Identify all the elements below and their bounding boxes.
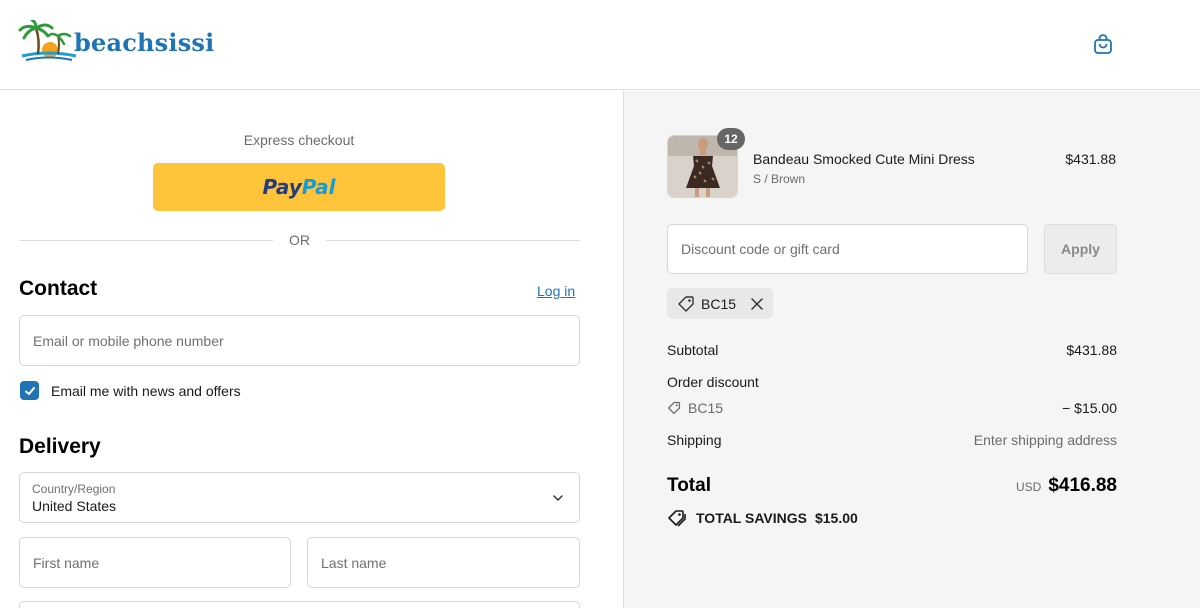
delivery-heading: Delivery: [19, 435, 101, 458]
total-label: Total: [667, 475, 711, 496]
login-link[interactable]: Log in: [537, 283, 575, 299]
total-value: $416.88: [1048, 475, 1117, 496]
close-icon: [751, 297, 763, 310]
total-savings-label: TOTAL SAVINGS: [696, 510, 807, 526]
divider-line: [19, 239, 273, 241]
brand-name: beachsissi: [74, 27, 215, 57]
email-field-wrapper: [19, 315, 580, 366]
shipping-label: Shipping: [667, 432, 722, 448]
or-divider: OR: [19, 230, 580, 250]
newsletter-label: Email me with news and offers: [51, 382, 241, 399]
address-field-partial[interactable]: [19, 601, 580, 608]
discount-code-input[interactable]: [668, 225, 1027, 273]
order-discount-label: Order discount: [667, 374, 759, 390]
shipping-value: Enter shipping address: [973, 432, 1117, 448]
paypal-logo-part1: Pay: [262, 175, 302, 199]
total-amount: USD $416.88: [1016, 475, 1117, 497]
country-label: Country/Region: [32, 482, 116, 496]
newsletter-checkbox[interactable]: [20, 381, 39, 400]
paypal-button[interactable]: Pay Pal: [153, 163, 445, 211]
subtotal-value: $431.88: [1066, 342, 1117, 358]
quantity-badge: 12: [717, 128, 745, 150]
order-discount-code: BC15: [667, 400, 723, 416]
cart-button[interactable]: [1090, 31, 1116, 57]
subtotal-label: Subtotal: [667, 342, 719, 358]
total-row: Total USD $416.88: [667, 475, 1117, 497]
product-name: Bandeau Smocked Cute Mini Dress: [753, 151, 975, 167]
country-select[interactable]: Country/Region United States: [19, 472, 580, 523]
shipping-row: Shipping Enter shipping address: [667, 432, 1117, 448]
newsletter-option: Email me with news and offers: [20, 381, 241, 400]
discount-field-wrapper: [667, 224, 1028, 274]
order-discount-detail-row: BC15 − $15.00: [667, 400, 1117, 416]
paypal-logo-part2: Pal: [301, 175, 336, 199]
chevron-down-icon: [553, 495, 563, 501]
last-name-wrapper: [307, 537, 580, 588]
shopping-bag-icon: [1094, 34, 1112, 54]
or-label: OR: [289, 232, 310, 248]
tag-icon: [667, 401, 681, 415]
applied-discount-chip: BC15: [667, 288, 773, 319]
order-discount-value: − $15.00: [1062, 400, 1117, 416]
product-price: $431.88: [1065, 151, 1116, 167]
country-value: United States: [32, 498, 117, 514]
apply-discount-button[interactable]: Apply: [1044, 224, 1117, 274]
brand-logo[interactable]: beachsissi: [18, 20, 248, 64]
email-field[interactable]: [20, 316, 579, 365]
site-header: beachsissi: [0, 0, 1200, 90]
checkmark-icon: [24, 386, 35, 395]
order-discount-row: Order discount: [667, 374, 1117, 390]
remove-discount-button[interactable]: [750, 297, 764, 311]
order-discount-code-text: BC15: [688, 400, 724, 416]
divider-line: [326, 239, 580, 241]
first-name-field[interactable]: [20, 538, 290, 587]
palm-tree-sun-logo-icon: [18, 20, 77, 61]
contact-heading: Contact: [19, 277, 98, 300]
applied-code: BC15: [701, 295, 737, 312]
total-currency: USD: [1015, 480, 1042, 494]
total-savings-row: TOTAL SAVINGS $15.00: [667, 509, 858, 527]
express-checkout-label: Express checkout: [243, 132, 355, 148]
total-savings-value: $15.00: [814, 510, 858, 526]
tags-icon: [668, 510, 686, 527]
first-name-wrapper: [19, 537, 291, 588]
checkout-form: Express checkout Pay Pal OR Contact Log i…: [0, 91, 623, 608]
order-summary: 12 Bandeau Smocked Cute Mini Dress S / B…: [623, 91, 1200, 608]
tag-icon: [678, 295, 694, 312]
subtotal-row: Subtotal $431.88: [667, 342, 1117, 358]
product-variant: S / Brown: [753, 172, 806, 186]
last-name-field[interactable]: [308, 538, 579, 587]
